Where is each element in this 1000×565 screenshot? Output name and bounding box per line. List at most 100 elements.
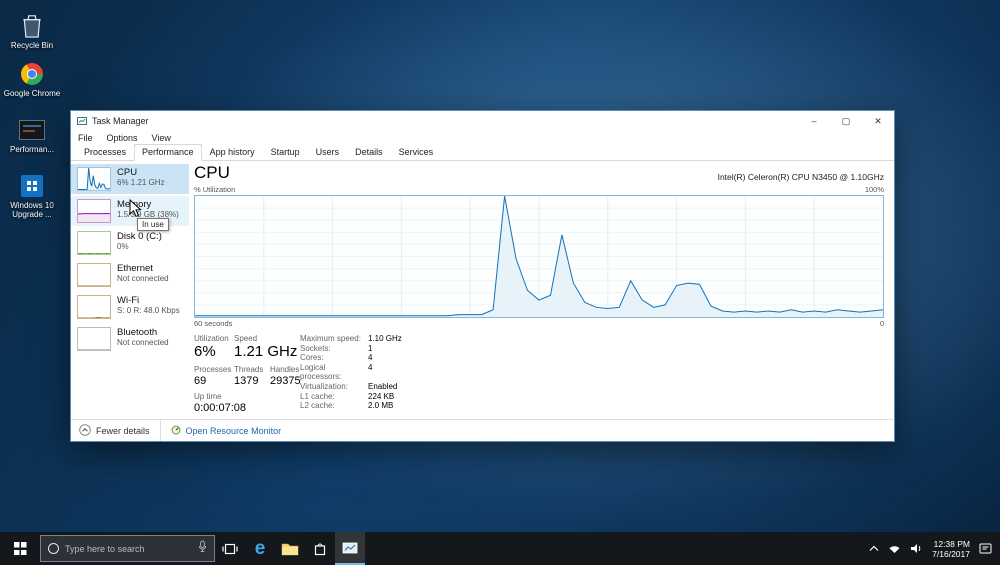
window-titlebar[interactable]: Task Manager – ▢ ✕: [71, 111, 894, 131]
start-button[interactable]: [0, 532, 40, 565]
sidebar-item-subtitle: 0%: [117, 242, 129, 251]
utilization-value: 6%: [194, 343, 216, 360]
task-manager-app-icon: [77, 116, 87, 126]
threads-value: 1379: [234, 375, 259, 387]
detail-label: L2 cache:: [300, 401, 335, 411]
detail-label: Sockets:: [300, 343, 331, 353]
cpu-hardware-details: Maximum speed: 1.10 GHz Sockets: 1 Cores: 4 Lo…: [300, 334, 402, 419]
cpu-model: Intel(R) Celeron(R) CPU N3450 @ 1.10GHz: [717, 172, 884, 182]
desktop-icon-win-upgrade[interactable]: Windows 10 Upgrade ...: [1, 172, 63, 219]
menu-file[interactable]: File: [78, 133, 93, 143]
memory-in-use-tooltip: In use: [137, 218, 169, 231]
tabs-bar: Processes Performance App history Startup Us…: [71, 144, 894, 161]
task-manager-window: Task Manager – ▢ ✕ File Options View Proce…: [70, 110, 895, 442]
tab-details[interactable]: Details: [347, 144, 391, 161]
tab-services[interactable]: Services: [391, 144, 442, 161]
cpu-panel: CPU Intel(R) Celeron(R) CPU N3450 @ 1.10…: [189, 161, 894, 419]
sidebar-item-ethernet[interactable]: Ethernet Not connected: [71, 260, 189, 290]
edge-button[interactable]: e: [245, 532, 275, 565]
tray-expand-button[interactable]: [869, 545, 879, 553]
task-view-button[interactable]: [215, 532, 245, 565]
fewer-details-button[interactable]: Fewer details: [79, 423, 150, 438]
fewer-details-label: Fewer details: [96, 425, 150, 436]
y-axis-label: % Utilization: [194, 185, 236, 194]
cortana-icon: [48, 543, 59, 554]
desktop-icon-chrome[interactable]: Google Chrome: [1, 60, 63, 98]
desktop: Recycle Bin Google Chrome Performan... Wind…: [0, 0, 1000, 565]
microphone-icon[interactable]: [198, 540, 207, 558]
uptime-value: 0:00:07:08: [194, 402, 246, 414]
detail-value: 224 KB: [368, 391, 395, 401]
sidebar-item-title: Disk 0 (C:): [117, 231, 162, 242]
taskbar-clock[interactable]: 12:38 PM 7/16/2017: [932, 539, 970, 559]
recycle-bin-icon: [1, 12, 63, 39]
cpu-utilization-chart: [194, 195, 884, 318]
mini-chart-wi-fi: [77, 295, 111, 319]
sidebar-item-cpu[interactable]: CPU 6% 1.21 GHz: [71, 164, 189, 194]
mini-chart-disk-0-c: [77, 231, 111, 255]
sidebar-item-disk-0-c[interactable]: Disk 0 (C:) 0%: [71, 228, 189, 258]
windows-logo-icon: [13, 542, 27, 555]
detail-label: Cores:: [300, 353, 324, 363]
clock-date: 7/16/2017: [932, 548, 970, 559]
sidebar-item-bluetooth[interactable]: Bluetooth Not connected: [71, 324, 189, 354]
tab-app-history[interactable]: App history: [202, 144, 263, 161]
network-icon[interactable]: [888, 543, 901, 554]
tab-startup[interactable]: Startup: [263, 144, 308, 161]
action-center-icon[interactable]: [979, 543, 992, 554]
uptime-label: Up time: [194, 392, 222, 401]
sidebar-item-subtitle: Not connected: [117, 274, 169, 283]
detail-value: Enabled: [368, 381, 398, 391]
sidebar-item-title: CPU: [117, 167, 138, 178]
system-tray: 12:38 PM 7/16/2017: [869, 532, 1000, 565]
sidebar-item-wi-fi[interactable]: Wi-Fi S: 0 R: 48.0 Kbps: [71, 292, 189, 322]
file-explorer-button[interactable]: [275, 532, 305, 565]
resource-monitor-icon: [171, 425, 181, 437]
mini-chart-memory: [77, 199, 111, 223]
desktop-icon-dark-app[interactable]: Performan...: [1, 116, 63, 154]
folder-icon: [281, 543, 299, 555]
task-manager-taskbar-button[interactable]: [335, 532, 365, 565]
detail-value: 2.0 MB: [368, 401, 394, 411]
open-resource-monitor-link[interactable]: Open Resource Monitor: [159, 420, 282, 441]
chevron-up-circle-icon: [79, 423, 91, 438]
mini-chart-cpu: [77, 167, 111, 191]
tab-users[interactable]: Users: [308, 144, 348, 161]
detail-value: 1.10 GHz: [368, 334, 402, 343]
speed-label: Speed: [234, 334, 258, 343]
y-axis-max-label: 100%: [864, 185, 884, 194]
desktop-icon-label: Recycle Bin: [10, 41, 54, 50]
panel-title: CPU: [194, 163, 230, 182]
sidebar-item-memory[interactable]: Memory 1.5/3.9 GB (38%): [71, 196, 189, 226]
processes-value: 69: [194, 375, 207, 387]
window-title: Task Manager: [92, 116, 149, 126]
close-button[interactable]: ✕: [862, 111, 894, 131]
desktop-icon-recycle-bin[interactable]: Recycle Bin: [1, 12, 63, 50]
detail-value: 1: [368, 343, 373, 353]
store-button[interactable]: [305, 532, 335, 565]
taskbar-search[interactable]: [40, 535, 215, 562]
maximize-button[interactable]: ▢: [830, 111, 862, 131]
sidebar-item-subtitle: Not connected: [117, 338, 169, 347]
menu-view[interactable]: View: [152, 133, 171, 143]
sidebar-item-title: Memory: [117, 199, 152, 210]
resource-monitor-label: Open Resource Monitor: [185, 425, 282, 436]
handles-value: 29375: [270, 375, 301, 387]
sidebar-item-subtitle: 6% 1.21 GHz: [117, 178, 165, 187]
x-axis-right-label: 0: [879, 319, 884, 328]
mini-chart-bluetooth: [77, 327, 111, 351]
menu-bar: File Options View: [71, 131, 894, 145]
mini-chart-ethernet: [77, 263, 111, 287]
clock-time: 12:38 PM: [933, 538, 970, 549]
menu-options[interactable]: Options: [107, 133, 138, 143]
minimize-button[interactable]: –: [798, 111, 830, 131]
search-input[interactable]: [65, 543, 192, 554]
threads-label: Threads: [234, 365, 264, 374]
volume-icon[interactable]: [910, 543, 923, 554]
detail-value: 4: [368, 362, 373, 372]
cpu-stats: Utilization 6% Speed 1.21 GHz Processes: [194, 334, 884, 419]
tab-performance[interactable]: Performance: [134, 144, 202, 161]
tab-processes[interactable]: Processes: [76, 144, 134, 161]
desktop-icon-label: Google Chrome: [3, 89, 61, 98]
task-manager-icon: [342, 542, 358, 553]
